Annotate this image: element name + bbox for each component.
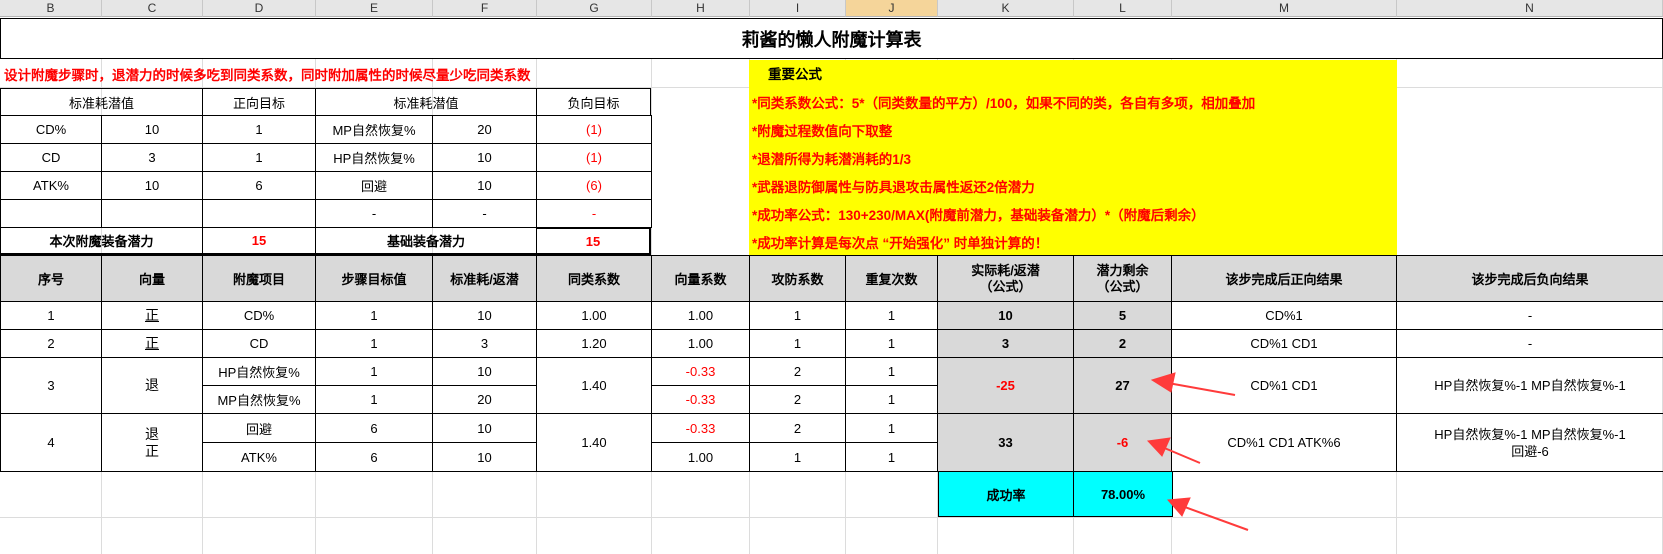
arrow-icon <box>1150 372 1236 396</box>
arrow-icon <box>1146 437 1201 464</box>
annotation-arrows <box>1146 372 1249 531</box>
arrow-icon <box>1166 497 1249 531</box>
